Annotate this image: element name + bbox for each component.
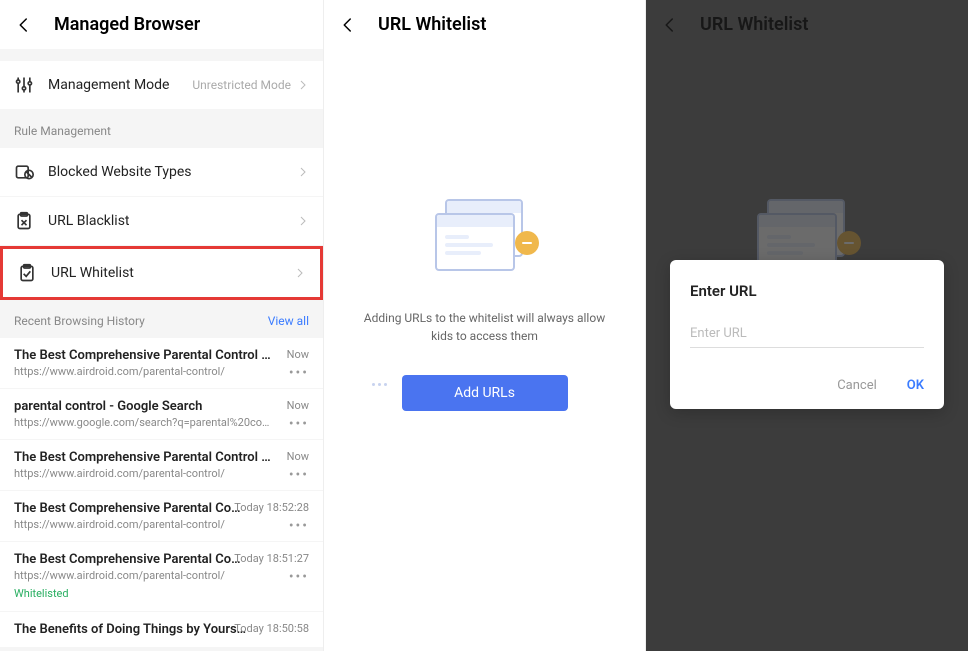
- sliders-icon: [14, 75, 34, 95]
- panel-url-whitelist-empty: URL Whitelist Adding URLs to the whiteli…: [324, 0, 646, 651]
- history-time: Today 18:51:27: [234, 552, 309, 565]
- dialog-actions: Cancel OK: [690, 378, 924, 393]
- page-title: Managed Browser: [54, 14, 200, 35]
- history-url: https://www.airdroid.com/parental-contro…: [14, 569, 272, 582]
- row-url-blacklist[interactable]: URL Blacklist: [0, 197, 323, 246]
- empty-illustration: [435, 199, 535, 279]
- section-rule-management: Rule Management: [0, 110, 323, 148]
- chevron-right-icon: [297, 212, 309, 231]
- cancel-button[interactable]: Cancel: [837, 378, 877, 393]
- more-icon[interactable]: •••: [289, 519, 309, 533]
- minus-badge-icon: [515, 231, 539, 255]
- row-label: Blocked Website Types: [48, 164, 297, 180]
- header: Managed Browser: [0, 0, 323, 49]
- back-icon[interactable]: [338, 15, 358, 35]
- ok-button[interactable]: OK: [907, 378, 924, 393]
- row-label: Management Mode: [48, 77, 192, 93]
- history-item[interactable]: The Best Comprehensive Parental Control …: [0, 338, 323, 389]
- chevron-right-icon: [297, 163, 309, 182]
- history-time: Now: [287, 348, 309, 361]
- chevron-right-icon: [297, 76, 309, 95]
- clipboard-check-icon: [17, 263, 37, 283]
- url-input[interactable]: [690, 320, 924, 348]
- history-time: Today 18:50:58: [234, 622, 309, 635]
- history-time: Today 18:52:28: [234, 501, 309, 514]
- history-url: https://www.google.com/search?q=parental…: [14, 416, 272, 429]
- history-item[interactable]: The Best Comprehensive Parental Control …: [0, 440, 323, 491]
- row-blocked-types[interactable]: Blocked Website Types: [0, 148, 323, 197]
- row-label: URL Blacklist: [48, 213, 297, 229]
- chevron-right-icon: [294, 264, 306, 283]
- history-title: The Best Comprehensive Parental Control …: [14, 450, 272, 465]
- history-title: The Best Comprehensive Parental Control …: [14, 348, 272, 363]
- decoration-dots: [372, 383, 387, 386]
- history-header: Recent Browsing History View all: [0, 300, 323, 338]
- dialog-title: Enter URL: [690, 282, 924, 300]
- row-label: URL Whitelist: [51, 265, 294, 281]
- highlighted-whitelist: URL Whitelist: [0, 246, 323, 300]
- history-url: https://www.airdroid.com/parental-contro…: [14, 467, 272, 480]
- history-url: https://www.airdroid.com/parental-contro…: [14, 365, 272, 378]
- more-icon[interactable]: •••: [289, 366, 309, 380]
- history-time: Now: [287, 450, 309, 463]
- history-title: parental control - Google Search: [14, 399, 272, 414]
- view-all-link[interactable]: View all: [268, 314, 309, 328]
- history-item[interactable]: parental control - Google Search https:/…: [0, 389, 323, 440]
- row-value: Unrestricted Mode: [192, 78, 291, 92]
- row-url-whitelist[interactable]: URL Whitelist: [3, 249, 320, 297]
- more-icon[interactable]: •••: [289, 570, 309, 584]
- panel-managed-browser: Managed Browser Management Mode Unrestri…: [0, 0, 324, 651]
- whitelisted-badge: Whitelisted: [14, 587, 69, 600]
- clipboard-x-icon: [14, 211, 34, 231]
- more-icon[interactable]: •••: [289, 468, 309, 482]
- row-management-mode[interactable]: Management Mode Unrestricted Mode: [0, 61, 323, 110]
- page-title: URL Whitelist: [378, 14, 486, 35]
- add-urls-button[interactable]: Add URLs: [402, 375, 568, 411]
- empty-state-text: Adding URLs to the whitelist will always…: [324, 279, 645, 345]
- enter-url-dialog: Enter URL Cancel OK: [670, 260, 944, 409]
- history-item[interactable]: The Best Comprehensive Parental Co… http…: [0, 542, 323, 612]
- history-item[interactable]: The Best Comprehensive Parental Co… http…: [0, 491, 323, 542]
- history-time: Now: [287, 399, 309, 412]
- more-icon[interactable]: •••: [289, 417, 309, 431]
- history-item[interactable]: The Benefits of Doing Things by Yours… T…: [0, 612, 323, 648]
- history-label: Recent Browsing History: [14, 314, 145, 328]
- panel-url-whitelist-dialog: URL Whitelist Enter URL Cancel OK: [646, 0, 968, 651]
- history-url: https://www.airdroid.com/parental-contro…: [14, 518, 272, 531]
- header: URL Whitelist: [324, 0, 645, 49]
- back-icon[interactable]: [14, 15, 34, 35]
- blocked-icon: [14, 162, 34, 182]
